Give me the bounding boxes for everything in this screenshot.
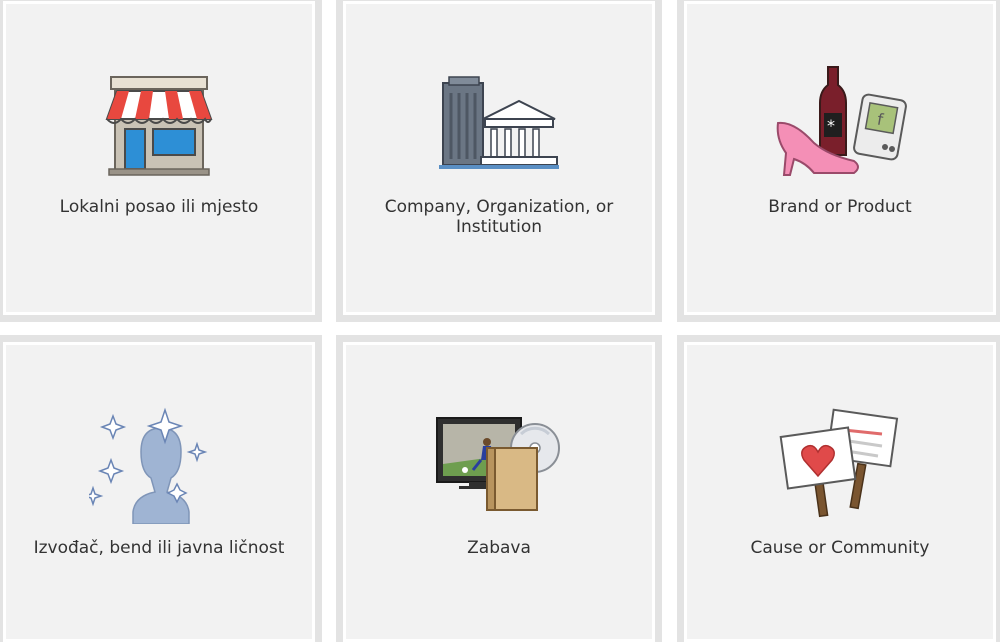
storefront-icon bbox=[105, 76, 213, 176]
category-label: Cause or Community bbox=[750, 538, 930, 558]
category-label: Zabava bbox=[467, 538, 531, 558]
category-tile-cause-community[interactable]: Cause or Community bbox=[677, 335, 1000, 642]
category-tile-company[interactable]: Company, Organization, or Institution bbox=[336, 0, 662, 322]
category-tile-entertainment[interactable]: Zabava bbox=[336, 335, 662, 642]
category-tile-local-business[interactable]: Lokalni posao ili mjesto bbox=[0, 0, 322, 322]
category-label: Lokalni posao ili mjesto bbox=[59, 197, 259, 217]
category-tile-public-figure[interactable]: Izvođač, bend ili javna ličnost bbox=[0, 335, 322, 642]
buildings-icon bbox=[439, 76, 559, 169]
category-label: Company, Organization, or Institution bbox=[384, 197, 614, 237]
page-category-grid: Lokalni posao ili mjesto Company, Organi… bbox=[0, 0, 1000, 642]
products-icon: f * bbox=[776, 66, 907, 176]
category-tile-brand[interactable]: f * Brand or Product bbox=[677, 0, 1000, 322]
public-figure-icon bbox=[89, 407, 208, 524]
svg-text:*: * bbox=[827, 116, 835, 135]
signs-icon bbox=[779, 408, 899, 518]
entertainment-icon bbox=[436, 417, 560, 511]
category-label: Brand or Product bbox=[768, 197, 912, 217]
category-label: Izvođač, bend ili javna ličnost bbox=[33, 538, 285, 558]
